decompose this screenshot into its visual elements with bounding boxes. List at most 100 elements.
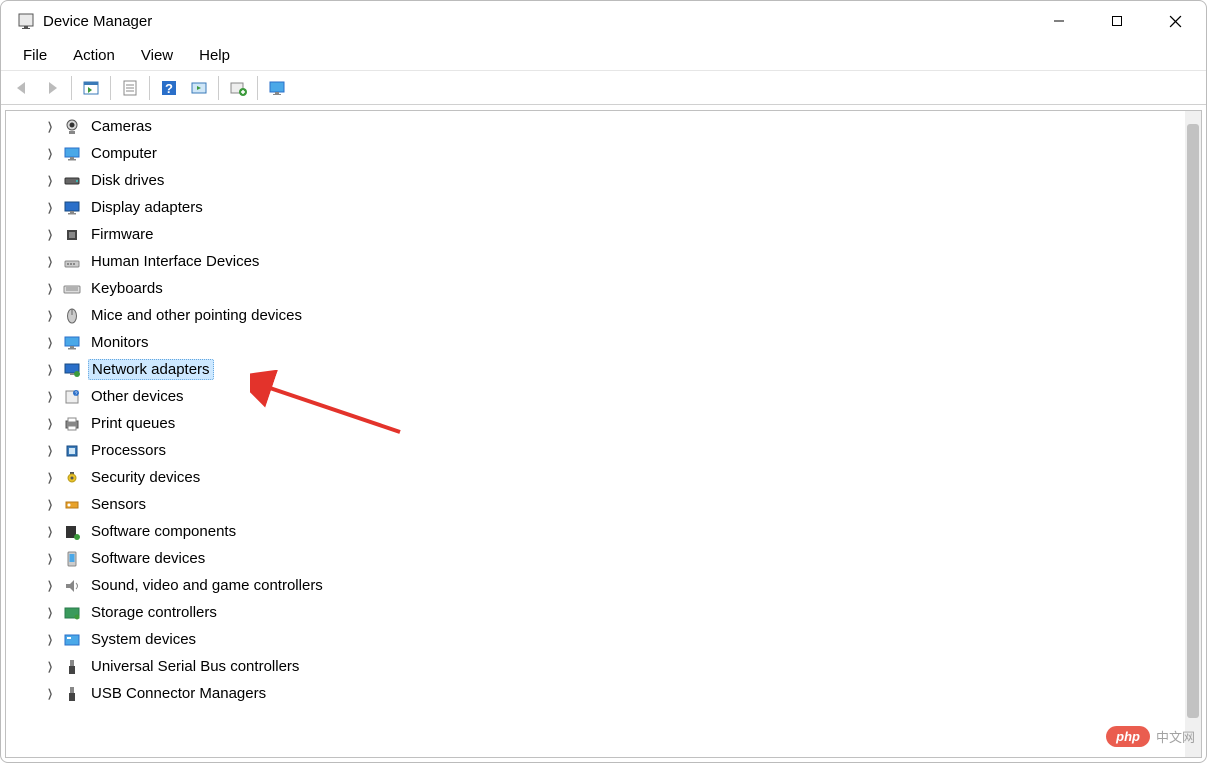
device-tree[interactable]: ❯Cameras❯Computer❯Disk drives❯Display ad… [6,111,1185,757]
menu-view[interactable]: View [129,43,185,68]
vertical-scrollbar[interactable] [1185,111,1201,757]
tree-item-software-devices[interactable]: ❯ Software devices [6,545,1185,572]
chevron-right-icon[interactable]: ❯ [46,282,53,295]
tree-item-storage-controllers[interactable]: ❯ Storage controllers [6,599,1185,626]
chevron-right-icon[interactable]: ❯ [46,147,53,160]
properties-icon [120,78,140,98]
tree-item-keyboards[interactable]: ❯ Keyboards [6,275,1185,302]
add-driver-button[interactable] [223,74,253,102]
tree-item-label: Software components [88,522,239,541]
help-button[interactable]: ? [154,74,184,102]
chevron-right-icon[interactable]: ❯ [46,228,53,241]
toolbar-separator [149,76,150,100]
sound-icon [62,576,82,596]
chevron-right-icon[interactable]: ❯ [46,255,53,268]
chevron-right-icon[interactable]: ❯ [46,309,53,322]
tree-item-security-devices[interactable]: ❯Security devices [6,464,1185,491]
maximize-button[interactable] [1088,1,1146,41]
tree-item-firmware[interactable]: ❯ Firmware [6,221,1185,248]
window-title: Device Manager [43,13,152,30]
tree-item-sensors[interactable]: ❯ Sensors [6,491,1185,518]
tree-item-label: Software devices [88,549,208,568]
usb-conn-icon [62,684,82,704]
tree-item-mice-and-other-pointing-devices[interactable]: ❯ Mice and other pointing devices [6,302,1185,329]
tree-item-system-devices[interactable]: ❯ System devices [6,626,1185,653]
chevron-right-icon[interactable]: ❯ [46,120,53,133]
chevron-right-icon[interactable]: ❯ [46,579,53,592]
show-hidden-button[interactable] [76,74,106,102]
chevron-right-icon[interactable]: ❯ [46,606,53,619]
monitor-icon [267,78,287,98]
tree-panel: ❯Cameras❯Computer❯Disk drives❯Display ad… [5,110,1202,758]
chevron-right-icon[interactable]: ❯ [46,498,53,511]
tree-item-cameras[interactable]: ❯Cameras [6,113,1185,140]
software-comp-icon [62,522,82,542]
hid-icon [62,252,82,272]
properties-button[interactable] [115,74,145,102]
chevron-right-icon[interactable]: ❯ [46,660,53,673]
titlebar-left: Device Manager [3,12,1030,30]
chevron-right-icon[interactable]: ❯ [46,417,53,430]
forward-button [37,74,67,102]
scan-hardware-icon [189,78,209,98]
usb-icon [62,657,82,677]
chevron-right-icon[interactable]: ❯ [46,201,53,214]
chevron-right-icon[interactable]: ❯ [46,552,53,565]
tree-item-network-adapters[interactable]: ❯ Network adapters [6,356,1185,383]
chevron-right-icon[interactable]: ❯ [46,336,53,349]
tree-item-label: USB Connector Managers [88,684,269,703]
printer-icon [62,414,82,434]
tree-item-display-adapters[interactable]: ❯Display adapters [6,194,1185,221]
menu-help[interactable]: Help [187,43,242,68]
tree-item-human-interface-devices[interactable]: ❯Human Interface Devices [6,248,1185,275]
toolbar: ? [1,71,1206,105]
svg-text:?: ? [165,81,173,96]
forward-icon [42,78,62,98]
menu-action[interactable]: Action [61,43,127,68]
tree-item-print-queues[interactable]: ❯ Print queues [6,410,1185,437]
tree-item-label: Storage controllers [88,603,220,622]
tree-item-label: Disk drives [88,171,167,190]
tree-item-other-devices[interactable]: ❯?Other devices [6,383,1185,410]
chevron-right-icon[interactable]: ❯ [46,174,53,187]
tree-item-label: Sensors [88,495,149,514]
tree-item-label: System devices [88,630,199,649]
watermark-text: 中文网 [1156,727,1195,746]
minimize-button[interactable] [1030,1,1088,41]
firmware-icon [62,225,82,245]
close-button[interactable] [1146,1,1204,41]
storage-icon [62,603,82,623]
watermark-bubble: php [1106,726,1150,747]
computer-icon [62,144,82,164]
security-icon [62,468,82,488]
chevron-right-icon[interactable]: ❯ [46,687,53,700]
tree-item-sound-video-and-game-controllers[interactable]: ❯Sound, video and game controllers [6,572,1185,599]
chevron-right-icon[interactable]: ❯ [46,525,53,538]
scrollbar-thumb[interactable] [1187,124,1199,718]
tree-item-monitors[interactable]: ❯Monitors [6,329,1185,356]
tree-item-universal-serial-bus-controllers[interactable]: ❯Universal Serial Bus controllers [6,653,1185,680]
tree-item-computer[interactable]: ❯Computer [6,140,1185,167]
chevron-right-icon[interactable]: ❯ [46,390,53,403]
menu-file[interactable]: File [11,43,59,68]
chevron-right-icon[interactable]: ❯ [46,444,53,457]
tree-item-processors[interactable]: ❯Processors [6,437,1185,464]
monitor-button[interactable] [262,74,292,102]
network-icon [62,360,82,380]
tree-item-software-components[interactable]: ❯ Software components [6,518,1185,545]
tree-item-label: Network adapters [88,359,214,380]
tree-item-label: Keyboards [88,279,166,298]
scan-hardware-button[interactable] [184,74,214,102]
toolbar-separator [71,76,72,100]
chevron-right-icon[interactable]: ❯ [46,363,53,376]
chevron-right-icon[interactable]: ❯ [46,633,53,646]
display-icon [62,198,82,218]
tree-item-label: Mice and other pointing devices [88,306,305,325]
tree-item-label: Firmware [88,225,157,244]
tree-item-usb-connector-managers[interactable]: ❯ USB Connector Managers [6,680,1185,707]
show-hidden-icon [81,78,101,98]
tree-item-label: Print queues [88,414,178,433]
system-icon [62,630,82,650]
tree-item-disk-drives[interactable]: ❯ Disk drives [6,167,1185,194]
chevron-right-icon[interactable]: ❯ [46,471,53,484]
